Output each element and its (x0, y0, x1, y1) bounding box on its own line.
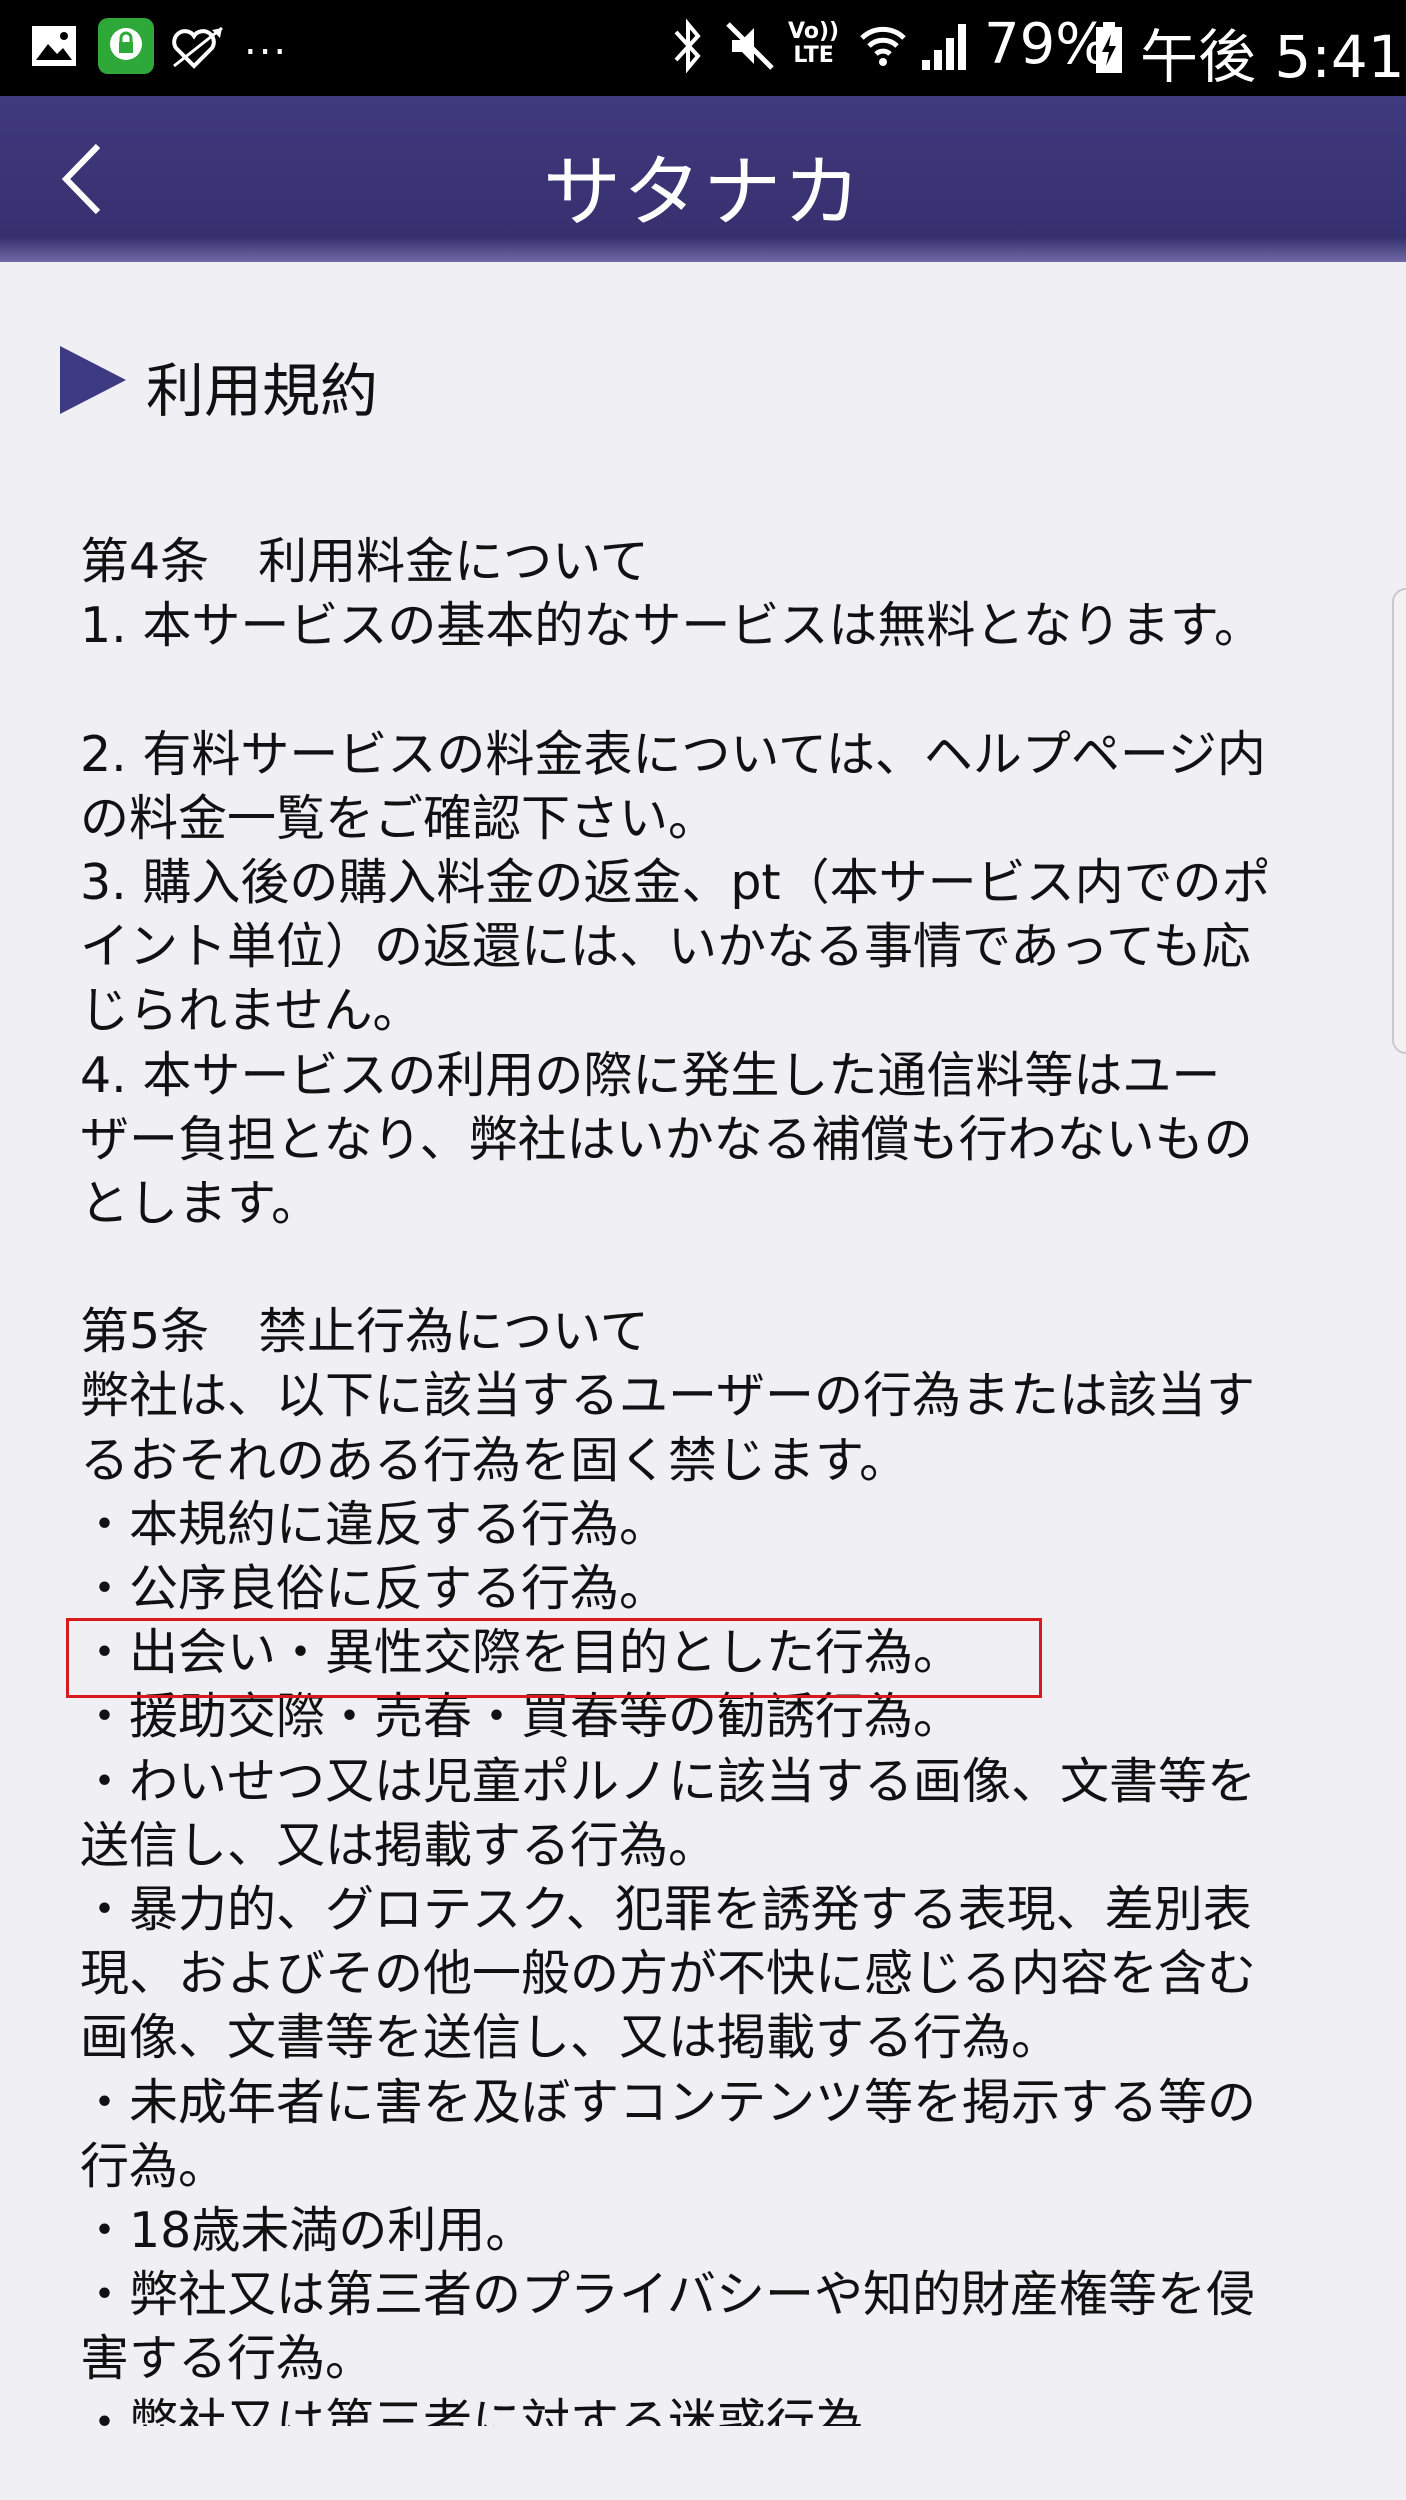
terms-line: とします。 (80, 1174, 321, 1232)
more-notifications: ... (244, 18, 289, 64)
wifi-icon (860, 26, 906, 66)
terms-line: 害する行為。 (80, 2330, 375, 2388)
lock-app-icon (98, 18, 154, 74)
terms-line: 2. 有料サービスの料金表については、ヘルプページ内 (80, 725, 1266, 783)
highlight-box (66, 1618, 1042, 1698)
terms-line: 3. 購入後の購入料金の返金、pt（本サービス内でのポ (80, 853, 1271, 911)
battery-charging-icon (1096, 22, 1122, 73)
terms-line: イント単位）の返還には、いかなる事情であっても応 (80, 918, 1251, 976)
clock: 午後 5:41 (1140, 23, 1405, 91)
scroll-handle[interactable] (1392, 588, 1406, 1054)
terms-line: 4. 本サービスの利用の際に発生した通信料等はユー (80, 1046, 1221, 1104)
mute-icon (726, 22, 774, 70)
battery-percent: 79% (984, 12, 1109, 77)
triangle-bullet-icon (60, 346, 126, 414)
page-title: サタナカ (542, 148, 863, 238)
terms-line: 画像、文書等を送信し、又は掲載する行為。 (80, 2009, 1061, 2067)
terms-line: 送信し、又は掲載する行為。 (80, 1816, 718, 1874)
terms-line: じられません。 (80, 982, 422, 1040)
terms-line: ザー負担となり、弊社はいかなる補償も行わないもの (80, 1110, 1253, 1168)
terms-line: ・未成年者に害を及ぼすコンテンツ等を掲示する等の (80, 2073, 1257, 2131)
signal-icon (922, 24, 966, 70)
terms-line: ・弊社又は第三者のプライバシーや知的財産権等を侵 (80, 2266, 1256, 2324)
bluetooth-icon (674, 18, 701, 74)
volte-indicator: Vo)) LTE (788, 19, 840, 68)
terms-content: 第4条 利用料金について 1. 本サービスの基本的なサービスは無料となります。 2.… (80, 530, 1340, 2426)
app-header: サタナカ (0, 96, 1406, 262)
status-bar: ... Vo)) LTE 79% 午後 5:41 (0, 0, 1406, 96)
gallery-icon (32, 26, 76, 66)
terms-line: るおそれのある行為を固く禁じます。 (80, 1431, 909, 1489)
section-title: 利用規約 (146, 357, 379, 425)
heart-arrow-icon (172, 26, 223, 69)
terms-line: ・公序良俗に反する行為。 (80, 1560, 669, 1617)
terms-line: ・わいせつ又は児童ポルノに該当する画像、文書等を (80, 1752, 1257, 1810)
terms-line: ・暴力的、グロテスク、犯罪を誘発する表現、差別表 (80, 1880, 1252, 1938)
terms-line: 現、およびその他一般の方が不快に感じる内容を含む (80, 1945, 1257, 2003)
terms-line: ・弊社又は第三者に対する迷惑行為 (80, 2394, 865, 2426)
terms-line: ・18歳未満の利用。 (80, 2201, 535, 2259)
terms-line: 第4条 利用料金について (80, 533, 649, 590)
terms-line: 第5条 禁止行為について (80, 1303, 649, 1361)
terms-line: 行為。 (80, 2137, 228, 2195)
terms-line: 1. 本サービスの基本的なサービスは無料となります。 (80, 597, 1263, 655)
terms-line: の料金一覧をご確認下さい。 (80, 789, 718, 847)
terms-line: ・本規約に違反する行為。 (80, 1495, 669, 1553)
terms-line: 弊社は、以下に該当するユーザーの行為または該当す (80, 1367, 1256, 1425)
